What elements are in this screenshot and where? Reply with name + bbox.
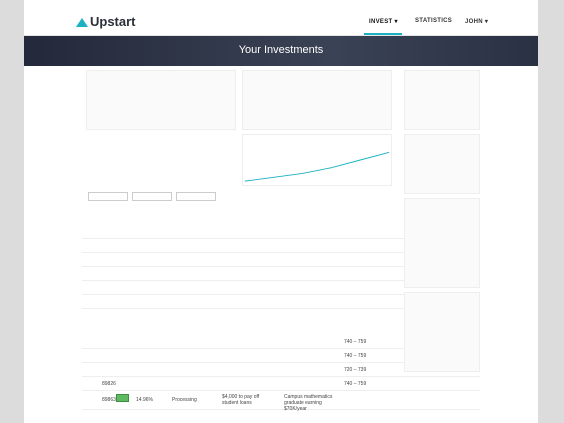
chevron-down-icon: ▾ xyxy=(484,19,489,25)
brand-logo[interactable]: Upstart xyxy=(76,14,136,29)
page-title: Your Investments xyxy=(238,44,324,56)
filter-button[interactable] xyxy=(176,192,216,201)
stats-card xyxy=(404,70,480,130)
active-tab-indicator xyxy=(364,33,402,35)
investments-panel: 740 – 759 740 – 759 720 – 739 740 – 759 … xyxy=(82,66,480,423)
upstart-logo-icon xyxy=(76,18,88,27)
interest-rate: 14.96% xyxy=(136,397,153,403)
loan-status: Processing xyxy=(172,397,197,403)
filter-button[interactable] xyxy=(132,192,172,201)
sidebar-stats xyxy=(404,66,480,423)
stats-card xyxy=(404,198,480,288)
nav-user-menu[interactable]: JOHN ▾ xyxy=(465,18,488,25)
credit-score: 740 – 759 xyxy=(344,339,367,345)
summary-card xyxy=(242,70,392,130)
brand-name: Upstart xyxy=(90,14,136,29)
stats-card xyxy=(404,292,480,372)
top-navigation-bar: Upstart INVEST ▾ STATISTICS JOHN ▾ xyxy=(24,0,538,36)
credit-score: 720 – 739 xyxy=(344,367,367,373)
page-hero-banner: Your Investments xyxy=(24,36,538,66)
credit-score: 740 – 759 xyxy=(344,353,367,359)
chevron-down-icon: ▾ xyxy=(394,19,398,25)
summary-card xyxy=(86,70,236,130)
chart-line xyxy=(244,151,390,182)
performance-chart xyxy=(242,134,392,186)
loan-purpose: $4,000 to pay off student loans xyxy=(222,394,260,406)
stats-card xyxy=(404,134,480,194)
nav-invest[interactable]: INVEST ▾ xyxy=(369,18,398,25)
grade-badge xyxy=(116,394,129,402)
app-page: Upstart INVEST ▾ STATISTICS JOHN ▾ Your … xyxy=(24,0,538,423)
credit-score: 740 – 759 xyxy=(344,381,367,387)
nav-statistics[interactable]: STATISTICS xyxy=(415,18,452,24)
filter-button[interactable] xyxy=(88,192,128,201)
borrower-description: Campus mathematics graduate earning $70K… xyxy=(284,394,333,412)
loan-id[interactable]: 89826 xyxy=(102,381,116,387)
loan-id[interactable]: 89863 xyxy=(102,397,116,403)
